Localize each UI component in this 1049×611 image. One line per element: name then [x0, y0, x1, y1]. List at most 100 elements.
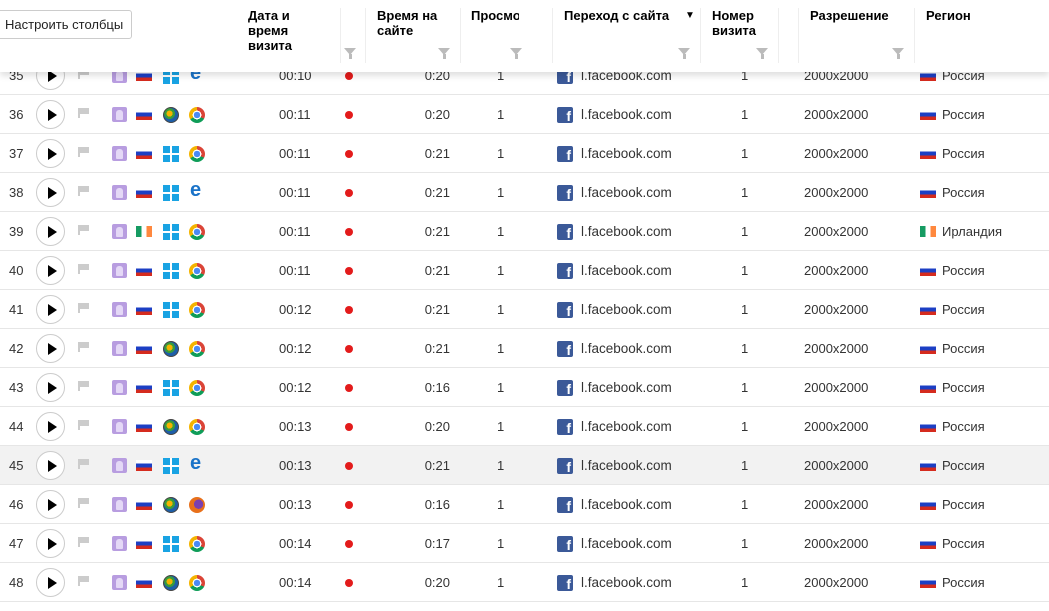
user-avatar-icon[interactable]	[112, 107, 127, 122]
play-recording-button[interactable]	[36, 568, 65, 597]
play-recording-button[interactable]	[36, 451, 65, 480]
table-row[interactable]: 42 00:12 0:21 1 f l.facebook.com 1 2000x…	[0, 329, 1049, 368]
user-avatar-icon[interactable]	[112, 341, 127, 356]
user-avatar-icon[interactable]	[112, 575, 127, 590]
play-recording-button[interactable]	[36, 178, 65, 207]
referrer-link[interactable]: l.facebook.com	[581, 107, 672, 122]
row-number: 41	[9, 302, 24, 317]
user-avatar-icon[interactable]	[112, 302, 127, 317]
play-recording-button[interactable]	[36, 334, 65, 363]
play-recording-button[interactable]	[36, 217, 65, 246]
sort-desc-icon[interactable]: ▼	[685, 8, 695, 23]
flag-icon[interactable]	[78, 381, 90, 391]
user-avatar-icon[interactable]	[112, 536, 127, 551]
table-row[interactable]: 47 00:14 0:17 1 f l.facebook.com 1 2000x…	[0, 524, 1049, 563]
table-row[interactable]: 37 00:11 0:21 1 f l.facebook.com 1 2000x…	[0, 134, 1049, 173]
country-flag-icon	[136, 304, 152, 315]
user-avatar-icon[interactable]	[112, 185, 127, 200]
flag-icon[interactable]	[78, 498, 90, 508]
filter-icon[interactable]	[438, 48, 450, 59]
page-views: 1	[497, 146, 505, 161]
user-avatar-icon[interactable]	[112, 263, 127, 278]
play-recording-button[interactable]	[36, 295, 65, 324]
filter-icon[interactable]	[678, 48, 690, 59]
visit-number: 1	[741, 497, 749, 512]
filter-icon[interactable]	[892, 48, 904, 59]
visits-table-body: 35 e 00:10 0:20 1 f l.facebook.com 1 200…	[0, 56, 1049, 602]
play-recording-button[interactable]	[36, 100, 65, 129]
flag-icon[interactable]	[78, 264, 90, 274]
visit-time: 00:13	[279, 458, 312, 473]
play-recording-button[interactable]	[36, 490, 65, 519]
chrome-icon	[189, 224, 205, 240]
column-header-duration[interactable]: Время на сайте	[377, 8, 452, 38]
flag-icon[interactable]	[78, 303, 90, 313]
user-avatar-icon[interactable]	[112, 224, 127, 239]
region-name: Россия	[942, 185, 985, 200]
table-row[interactable]: 48 00:14 0:20 1 f l.facebook.com 1 2000x…	[0, 563, 1049, 602]
table-row[interactable]: 39 00:11 0:21 1 f l.facebook.com 1 2000x…	[0, 212, 1049, 251]
region-flag-icon	[920, 460, 936, 471]
referrer-link[interactable]: l.facebook.com	[581, 146, 672, 161]
play-recording-button[interactable]	[36, 256, 65, 285]
user-avatar-icon[interactable]	[112, 497, 127, 512]
flag-icon[interactable]	[78, 342, 90, 352]
referrer-link[interactable]: l.facebook.com	[581, 302, 672, 317]
column-header-visit-number[interactable]: Номер визита	[712, 8, 772, 38]
filter-icon[interactable]	[510, 48, 522, 59]
flag-icon[interactable]	[78, 147, 90, 157]
row-number: 45	[9, 458, 24, 473]
column-header-views[interactable]: Просмо	[471, 8, 519, 23]
referrer-link[interactable]: l.facebook.com	[581, 419, 672, 434]
table-row[interactable]: 44 00:13 0:20 1 f l.facebook.com 1 2000x…	[0, 407, 1049, 446]
referrer-link[interactable]: l.facebook.com	[581, 458, 672, 473]
flag-icon[interactable]	[78, 537, 90, 547]
flag-icon[interactable]	[78, 186, 90, 196]
user-avatar-icon[interactable]	[112, 380, 127, 395]
column-header-region[interactable]: Регион	[926, 8, 971, 23]
flag-icon[interactable]	[78, 108, 90, 118]
flag-icon[interactable]	[78, 459, 90, 469]
visit-duration: 0:16	[424, 380, 450, 395]
user-avatar-icon[interactable]	[112, 419, 127, 434]
referrer-link[interactable]: l.facebook.com	[581, 341, 672, 356]
screen-resolution: 2000x2000	[804, 419, 869, 434]
referrer-link[interactable]: l.facebook.com	[581, 263, 672, 278]
screen-resolution: 2000x2000	[804, 224, 869, 239]
configure-columns-button[interactable]: Настроить столбцы	[0, 10, 133, 39]
flag-icon[interactable]	[78, 225, 90, 235]
referrer-link[interactable]: l.facebook.com	[581, 497, 672, 512]
filter-icon[interactable]	[756, 48, 768, 59]
column-header-referrer[interactable]: Переход с сайта ▼	[564, 8, 695, 23]
referrer-link[interactable]: l.facebook.com	[581, 185, 672, 200]
referrer-link[interactable]: l.facebook.com	[581, 224, 672, 239]
country-flag-icon	[136, 577, 152, 588]
user-avatar-icon[interactable]	[112, 458, 127, 473]
table-row[interactable]: 46 00:13 0:16 1 f l.facebook.com 1 2000x…	[0, 485, 1049, 524]
play-recording-button[interactable]	[36, 139, 65, 168]
region-name: Россия	[942, 341, 985, 356]
table-row[interactable]: 40 00:11 0:21 1 f l.facebook.com 1 2000x…	[0, 251, 1049, 290]
play-recording-button[interactable]	[36, 529, 65, 558]
table-row[interactable]: 38 e 00:11 0:21 1 f l.facebook.com 1 200…	[0, 173, 1049, 212]
visit-time: 00:11	[279, 263, 311, 278]
table-row[interactable]: 43 00:12 0:16 1 f l.facebook.com 1 2000x…	[0, 368, 1049, 407]
user-avatar-icon[interactable]	[112, 146, 127, 161]
play-recording-button[interactable]	[36, 373, 65, 402]
table-row[interactable]: 41 00:12 0:21 1 f l.facebook.com 1 2000x…	[0, 290, 1049, 329]
region-name: Россия	[942, 107, 985, 122]
region-flag-icon	[920, 304, 936, 315]
edge-icon: e	[190, 452, 202, 474]
flag-icon[interactable]	[78, 420, 90, 430]
table-row[interactable]: 45 e 00:13 0:21 1 f l.facebook.com 1 200…	[0, 446, 1049, 485]
flag-icon[interactable]	[78, 576, 90, 586]
filter-icon[interactable]	[344, 48, 356, 59]
column-header-date[interactable]: Дата и время визита	[248, 8, 333, 53]
play-recording-button[interactable]	[36, 412, 65, 441]
referrer-link[interactable]: l.facebook.com	[581, 536, 672, 551]
table-row[interactable]: 36 00:11 0:20 1 f l.facebook.com 1 2000x…	[0, 95, 1049, 134]
bounce-dot-icon	[345, 306, 353, 314]
column-header-resolution[interactable]: Разрешение	[810, 8, 889, 23]
referrer-link[interactable]: l.facebook.com	[581, 575, 672, 590]
referrer-link[interactable]: l.facebook.com	[581, 380, 672, 395]
